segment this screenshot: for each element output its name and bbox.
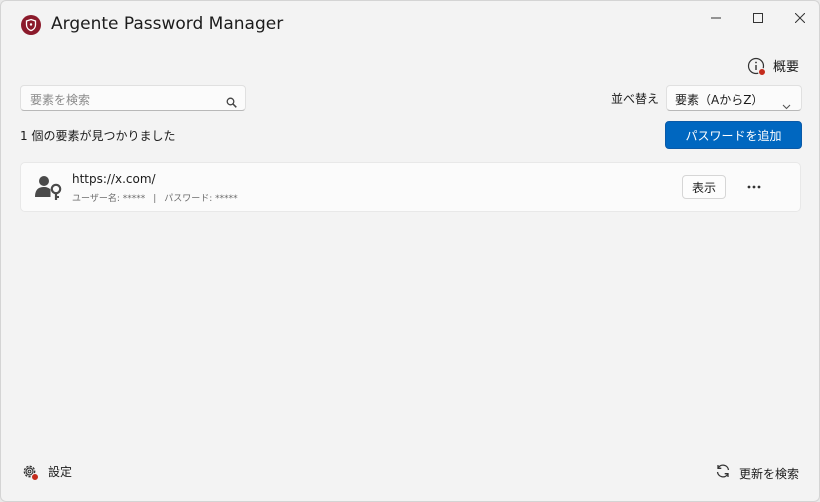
show-button[interactable]: 表示 xyxy=(682,175,726,199)
title-bar: Argente Password Manager xyxy=(1,1,819,49)
notification-badge xyxy=(31,473,39,481)
about-button[interactable]: 概要 xyxy=(747,56,799,76)
app-title: Argente Password Manager xyxy=(51,14,284,34)
maximize-button[interactable] xyxy=(735,1,781,35)
close-icon xyxy=(795,13,805,23)
app-window: Argente Password Manager 概要 要素を検索 並べ替え 要… xyxy=(0,0,820,502)
search-icon[interactable] xyxy=(226,93,237,112)
check-updates-button[interactable]: 更新を検索 xyxy=(715,463,799,483)
sort-value: 要素（AからZ） xyxy=(675,93,764,107)
chevron-down-icon xyxy=(782,95,791,114)
search-placeholder: 要素を検索 xyxy=(30,93,91,107)
credential-list-item[interactable]: https://x.com/ ユーザー名: ***** | パスワード: *****… xyxy=(20,162,801,212)
user-key-icon xyxy=(35,173,65,205)
add-password-button[interactable]: パスワードを追加 xyxy=(665,121,802,149)
more-icon xyxy=(747,185,761,189)
maximize-icon xyxy=(753,13,763,23)
check-updates-label: 更新を検索 xyxy=(738,466,799,481)
results-count: 1 個の要素が見つかりました xyxy=(20,129,176,143)
settings-button[interactable]: 設定 xyxy=(21,463,73,481)
credential-url: https://x.com/ xyxy=(72,172,156,186)
about-label: 概要 xyxy=(772,60,799,75)
more-options-button[interactable] xyxy=(740,175,768,199)
info-icon xyxy=(747,57,766,76)
minimize-button[interactable] xyxy=(693,1,739,35)
credential-username: ユーザー名: ***** xyxy=(72,194,146,204)
shield-logo-icon xyxy=(21,15,41,35)
minimize-icon xyxy=(711,17,721,19)
credential-password: パスワード: ***** xyxy=(164,194,238,204)
credential-meta: ユーザー名: ***** | パスワード: ***** xyxy=(72,191,238,204)
settings-label: 設定 xyxy=(48,465,73,479)
meta-separator: | xyxy=(153,194,157,204)
sort-label: 並べ替え xyxy=(611,92,660,106)
refresh-icon xyxy=(715,463,731,483)
gear-icon xyxy=(21,463,39,481)
close-button[interactable] xyxy=(777,1,819,35)
notification-badge xyxy=(757,67,766,76)
search-input[interactable]: 要素を検索 xyxy=(20,85,246,111)
sort-dropdown[interactable]: 要素（AからZ） xyxy=(666,85,802,111)
